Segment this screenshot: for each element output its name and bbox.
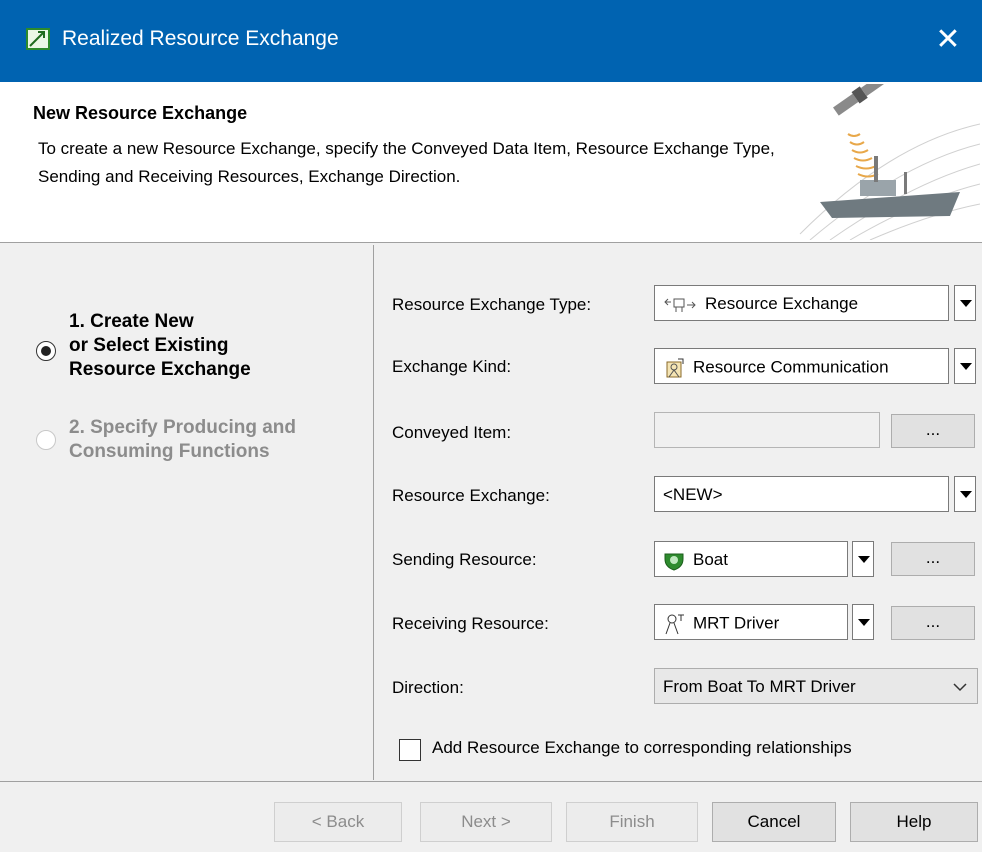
add-relationships-label: Add Resource Exchange to corresponding r… bbox=[432, 738, 852, 757]
satellite-ship-illustration-icon bbox=[799, 84, 980, 240]
sending-resource-value: Boat bbox=[693, 550, 728, 569]
cancel-button[interactable]: Cancel bbox=[712, 802, 836, 842]
wizard-header: New Resource Exchange To create a new Re… bbox=[0, 82, 982, 243]
chevron-down-icon bbox=[953, 683, 967, 692]
direction-label: Direction: bbox=[392, 678, 464, 697]
step-1-line1: 1. Create New bbox=[69, 311, 194, 332]
conveyed-item-field[interactable] bbox=[654, 412, 880, 448]
resource-communication-icon bbox=[666, 358, 684, 378]
step-2-radio[interactable] bbox=[36, 430, 56, 450]
receiving-resource-browse-button[interactable]: ... bbox=[891, 606, 975, 640]
finish-button[interactable]: Finish bbox=[566, 802, 698, 842]
add-relationships-checkbox[interactable] bbox=[399, 739, 421, 761]
conveyed-item-browse-button[interactable]: ... bbox=[891, 414, 975, 448]
exchange-kind-dropdown-icon[interactable] bbox=[954, 348, 976, 384]
exchange-type-value: Resource Exchange bbox=[705, 294, 859, 313]
button-bar: < Back Next > Finish Cancel Help bbox=[0, 781, 982, 852]
resource-exchange-value: <NEW> bbox=[663, 485, 723, 504]
next-button[interactable]: Next > bbox=[420, 802, 552, 842]
app-icon bbox=[26, 28, 50, 50]
conveyed-item-label: Conveyed Item: bbox=[392, 423, 512, 442]
boat-resource-icon bbox=[664, 553, 684, 571]
sending-resource-browse-button[interactable]: ... bbox=[891, 542, 975, 576]
sending-resource-select[interactable]: Boat bbox=[654, 541, 848, 577]
sending-resource-dropdown-icon[interactable] bbox=[852, 541, 874, 577]
header-description: To create a new Resource Exchange, speci… bbox=[38, 139, 775, 186]
header-title: New Resource Exchange bbox=[33, 103, 248, 123]
exchange-type-dropdown-icon[interactable] bbox=[954, 285, 976, 321]
direction-select[interactable]: From Boat To MRT Driver bbox=[654, 668, 978, 704]
receiving-resource-label: Receiving Resource: bbox=[392, 614, 549, 633]
exchange-type-select[interactable]: Resource Exchange bbox=[654, 285, 949, 321]
resource-exchange-icon bbox=[664, 298, 696, 312]
step-2-label[interactable]: 2. Specify Producing and Consuming Funct… bbox=[69, 416, 296, 464]
step-2-line1: 2. Specify Producing and bbox=[69, 417, 296, 438]
back-button[interactable]: < Back bbox=[274, 802, 402, 842]
step-1-line3: Resource Exchange bbox=[69, 359, 251, 380]
receiving-resource-dropdown-icon[interactable] bbox=[852, 604, 874, 640]
role-icon bbox=[665, 614, 684, 635]
resource-exchange-dropdown-icon[interactable] bbox=[954, 476, 976, 512]
step-1-radio[interactable] bbox=[36, 341, 56, 361]
step-1-label[interactable]: 1. Create New or Select Existing Resourc… bbox=[69, 310, 251, 382]
close-icon[interactable]: ✕ bbox=[926, 18, 970, 62]
exchange-type-label: Resource Exchange Type: bbox=[392, 295, 592, 314]
direction-value: From Boat To MRT Driver bbox=[663, 677, 856, 696]
title-bar: Realized Resource Exchange ✕ bbox=[0, 0, 982, 82]
step-2-line2: Consuming Functions bbox=[69, 441, 270, 462]
help-button[interactable]: Help bbox=[850, 802, 978, 842]
receiving-resource-select[interactable]: MRT Driver bbox=[654, 604, 848, 640]
window-title: Realized Resource Exchange bbox=[62, 27, 339, 50]
exchange-kind-label: Exchange Kind: bbox=[392, 357, 512, 376]
step-1-line2: or Select Existing bbox=[69, 335, 229, 356]
resource-exchange-label: Resource Exchange: bbox=[392, 486, 550, 505]
exchange-kind-select[interactable]: Resource Communication bbox=[654, 348, 949, 384]
sending-resource-label: Sending Resource: bbox=[392, 550, 537, 569]
exchange-kind-value: Resource Communication bbox=[693, 357, 889, 377]
resource-exchange-select[interactable]: <NEW> bbox=[654, 476, 949, 512]
receiving-resource-value: MRT Driver bbox=[693, 613, 780, 633]
